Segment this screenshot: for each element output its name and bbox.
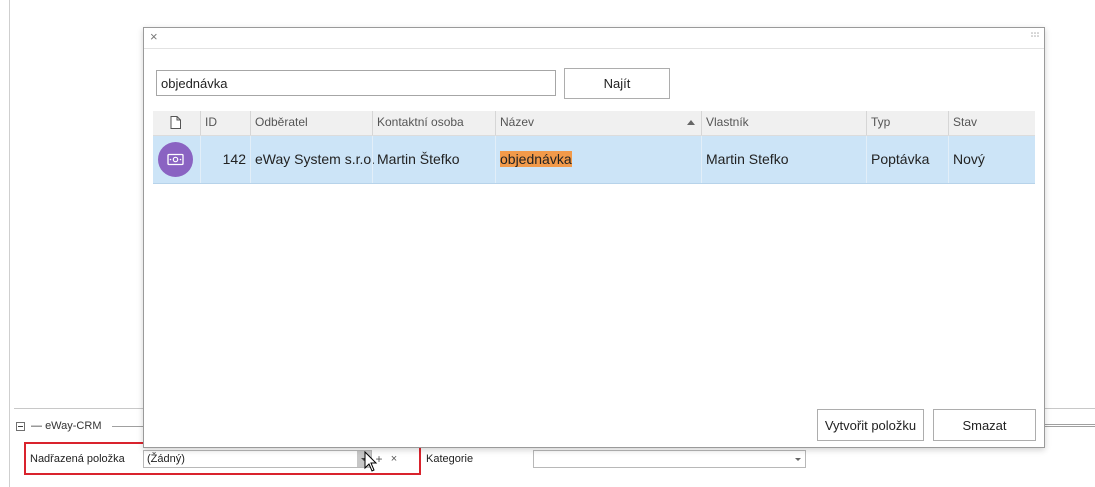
category-combo[interactable] bbox=[533, 450, 806, 468]
money-icon bbox=[167, 153, 184, 166]
cell-contact: Martin Štefko bbox=[372, 136, 495, 183]
cell-name: objednávka bbox=[495, 136, 701, 183]
category-label: Kategorie bbox=[426, 453, 474, 465]
delete-button[interactable]: Smazat bbox=[933, 409, 1036, 441]
close-icon[interactable]: × bbox=[150, 30, 162, 43]
section-header[interactable]: — eWay-CRM bbox=[16, 419, 102, 433]
create-item-button[interactable]: Vytvořit položku bbox=[817, 409, 924, 441]
avatar bbox=[158, 142, 193, 177]
cell-id: 142 bbox=[200, 136, 250, 183]
resize-grip-icon[interactable] bbox=[1030, 31, 1040, 41]
collapse-icon[interactable] bbox=[16, 421, 25, 431]
row-icon-cell bbox=[153, 136, 200, 183]
search-dialog: × Najít ID Odběratel Kontaktní osoba Náz… bbox=[143, 27, 1045, 448]
left-border bbox=[9, 0, 10, 487]
search-hit-highlight: objednávka bbox=[500, 151, 572, 167]
parent-item-value: (Žádný) bbox=[147, 453, 185, 465]
section-title: — eWay-CRM bbox=[31, 420, 102, 432]
search-input[interactable] bbox=[156, 70, 556, 96]
column-header-document[interactable] bbox=[153, 111, 200, 135]
column-header-contact[interactable]: Kontaktní osoba bbox=[372, 111, 495, 135]
sort-ascending-icon bbox=[687, 120, 695, 125]
results-table-header: ID Odběratel Kontaktní osoba Název Vlast… bbox=[153, 111, 1035, 136]
parent-item-combo[interactable]: (Žádný) bbox=[143, 450, 372, 468]
parent-item-label: Nadřazená položka bbox=[30, 453, 125, 465]
document-icon bbox=[170, 116, 181, 129]
column-header-owner[interactable]: Vlastník bbox=[701, 111, 866, 135]
column-header-name[interactable]: Název bbox=[495, 111, 701, 135]
column-header-type[interactable]: Typ bbox=[866, 111, 948, 135]
column-header-id[interactable]: ID bbox=[200, 111, 250, 135]
table-row[interactable]: 142 eWay System s.r.o. Martin Štefko obj… bbox=[153, 136, 1035, 184]
chevron-down-icon[interactable] bbox=[791, 451, 805, 467]
column-header-state[interactable]: Stav bbox=[948, 111, 1035, 135]
find-button[interactable]: Najít bbox=[564, 68, 670, 99]
clear-icon[interactable]: × bbox=[388, 452, 400, 466]
section-header-line-right bbox=[1045, 424, 1095, 425]
dialog-titlebar[interactable]: × bbox=[144, 28, 1044, 49]
column-header-customer[interactable]: Odběratel bbox=[250, 111, 372, 135]
mouse-cursor-icon bbox=[364, 451, 378, 472]
cell-state: Nový bbox=[948, 136, 1035, 183]
cell-owner: Martin Stefko bbox=[701, 136, 866, 183]
cell-customer: eWay System s.r.o. bbox=[250, 136, 375, 183]
cell-type: Poptávka bbox=[866, 136, 948, 183]
